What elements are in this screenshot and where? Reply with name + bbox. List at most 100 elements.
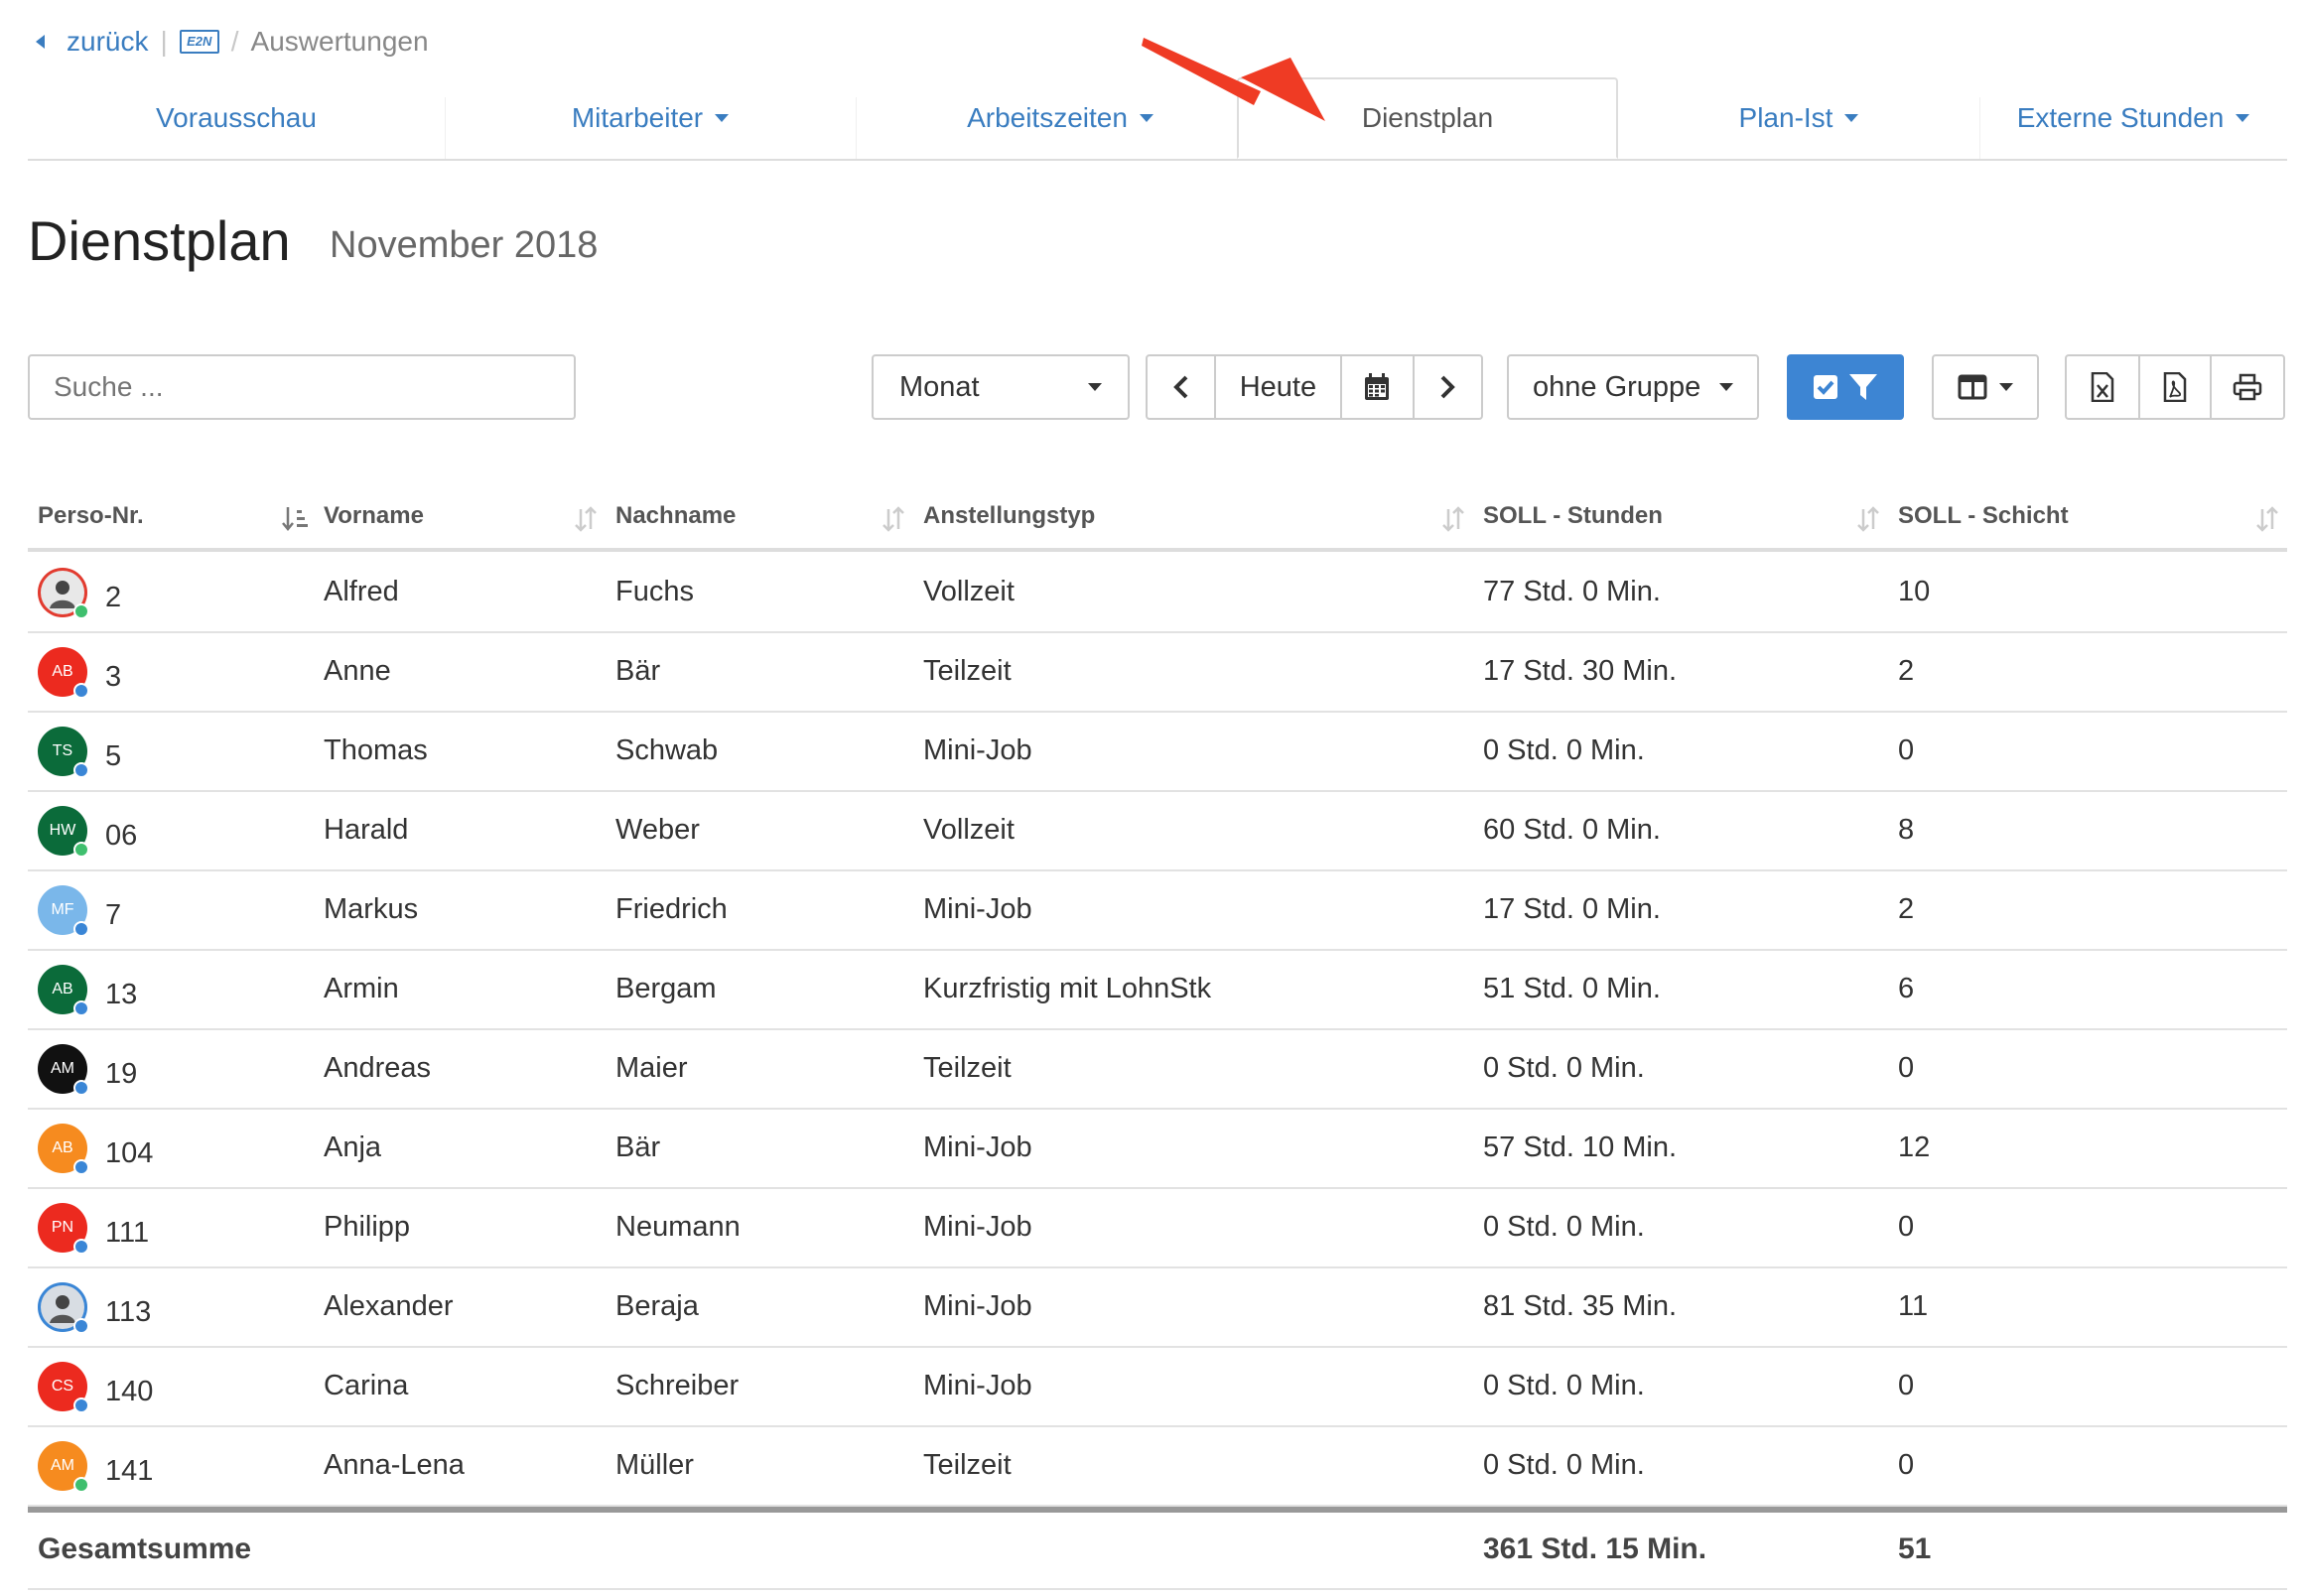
table-row[interactable]: TS 5 Thomas Schwab Mini-Job 0 Std. 0 Min. 0 (28, 711, 2287, 792)
table-row[interactable]: PN 111 Philipp Neumann Mini-Job 0 Std. 0 Min.… (28, 1187, 2287, 1268)
column-header-soll-stunden[interactable]: SOLL - Stunden (1483, 502, 1663, 530)
table-row[interactable]: AM 141 Anna-Lena Müller Teilzeit 0 Std. 0 Min… (28, 1425, 2287, 1507)
export-excel-button[interactable] (2067, 356, 2138, 418)
calendar-button[interactable] (1339, 356, 1413, 418)
cell-vorname: Thomas (324, 734, 428, 766)
cell-anstellungstyp: Mini-Job (923, 893, 1032, 925)
cell-soll-stunden: 57 Std. 10 Min. (1483, 1131, 1678, 1163)
cell-perso-nr: 113 (105, 1296, 152, 1328)
cell-soll-schicht: 2 (1898, 893, 1915, 925)
cell-vorname: Carina (324, 1370, 409, 1401)
group-select[interactable]: ohne Gruppe (1507, 354, 1759, 420)
avatar: AB (38, 1124, 89, 1175)
column-header-perso-nr[interactable]: Perso-Nr. (38, 502, 144, 530)
cell-vorname: Alexander (324, 1290, 454, 1322)
chevron-right-icon (1440, 375, 1456, 399)
back-link[interactable]: zurück (67, 26, 148, 58)
cell-perso-nr: 2 (105, 582, 122, 613)
search-input[interactable] (28, 354, 576, 420)
user-photo-icon (50, 581, 75, 608)
cell-soll-schicht: 6 (1898, 973, 1915, 1004)
file-pdf-icon (2163, 372, 2187, 402)
date-navigation: Heute (1146, 354, 1483, 420)
caret-left-icon[interactable] (36, 35, 45, 49)
table-row[interactable]: AM 19 Andreas Maier Teilzeit 0 Std. 0 Min. 0 (28, 1028, 2287, 1110)
cell-anstellungstyp: Mini-Job (923, 734, 1032, 766)
total-label: Gesamtsumme (38, 1532, 252, 1565)
cell-perso-nr: 7 (105, 899, 122, 931)
cell-soll-stunden: 0 Std. 0 Min. (1483, 734, 1645, 766)
breadcrumb-current: Auswertungen (250, 26, 429, 57)
status-dot-icon (73, 842, 89, 858)
table-row[interactable]: CS 140 Carina Schreiber Mini-Job 0 Std. 0 Min… (28, 1346, 2287, 1427)
sort-icon[interactable] (1856, 506, 1880, 532)
status-dot-icon (73, 1159, 89, 1175)
cell-soll-stunden: 0 Std. 0 Min. (1483, 1211, 1645, 1243)
status-dot-icon (73, 683, 89, 699)
sort-icon[interactable] (882, 506, 905, 532)
filter-button[interactable] (1787, 354, 1904, 420)
calendar-icon (1365, 373, 1390, 400)
column-header-anstellungstyp[interactable]: Anstellungstyp (923, 502, 1095, 530)
avatar: AB (38, 965, 89, 1016)
tab-mitarbeiter[interactable]: Mitarbeiter (445, 77, 856, 159)
cell-vorname: Anja (324, 1131, 382, 1163)
cell-soll-schicht: 2 (1898, 655, 1915, 687)
sort-icon[interactable] (2255, 506, 2279, 532)
cell-soll-stunden: 17 Std. 0 Min. (1483, 893, 1661, 925)
sort-icon[interactable] (574, 506, 598, 532)
next-button[interactable] (1412, 356, 1481, 418)
status-dot-icon (73, 1080, 89, 1096)
total-row: Gesamtsumme 361 Std. 15 Min. 51 (28, 1507, 2287, 1590)
status-dot-icon (73, 1000, 89, 1016)
sort-ascending-icon[interactable] (282, 506, 310, 532)
column-header-nachname[interactable]: Nachname (615, 502, 736, 530)
cell-soll-schicht: 0 (1898, 1052, 1915, 1084)
page-period: November 2018 (330, 224, 599, 266)
cell-soll-stunden: 0 Std. 0 Min. (1483, 1052, 1645, 1084)
tab-plan-ist[interactable]: Plan-Ist (1618, 77, 1979, 159)
chevron-left-icon (1172, 375, 1188, 399)
cell-soll-stunden: 0 Std. 0 Min. (1483, 1370, 1645, 1401)
range-select[interactable]: Monat (872, 354, 1130, 420)
cell-perso-nr: 13 (105, 979, 138, 1010)
printer-icon (2233, 373, 2262, 401)
cell-nachname: Fuchs (615, 576, 694, 607)
tab-vorausschau[interactable]: Vorausschau (28, 77, 445, 159)
table-row[interactable]: HW 06 Harald Weber Vollzeit 60 Std. 0 Min. 8 (28, 790, 2287, 871)
cell-perso-nr: 3 (105, 661, 122, 693)
table-row[interactable]: AB 104 Anja Bär Mini-Job 57 Std. 10 Min. 12 (28, 1108, 2287, 1189)
table-row[interactable]: AB 13 Armin Bergam Kurzfristig mit LohnStk 51… (28, 949, 2287, 1030)
column-header-vorname[interactable]: Vorname (324, 502, 424, 530)
cell-anstellungstyp: Kurzfristig mit LohnStk (923, 973, 1212, 1004)
cell-anstellungstyp: Mini-Job (923, 1370, 1032, 1401)
e2n-logo-icon[interactable]: E2N (179, 30, 219, 54)
cell-perso-nr: 06 (105, 820, 138, 852)
avatar: AB (38, 647, 89, 699)
today-button[interactable]: Heute (1214, 356, 1339, 418)
export-pdf-button[interactable] (2138, 356, 2210, 418)
cell-anstellungstyp: Vollzeit (923, 814, 1015, 846)
cell-soll-schicht: 8 (1898, 814, 1915, 846)
previous-button[interactable] (1148, 356, 1214, 418)
avatar: PN (38, 1203, 89, 1255)
print-button[interactable] (2210, 356, 2283, 418)
status-dot-icon (73, 1477, 89, 1493)
column-header-soll-schicht[interactable]: SOLL - Schicht (1898, 502, 2069, 530)
cell-perso-nr: 5 (105, 740, 122, 772)
table-header: Perso-Nr. Vorname Nachname Anstellungsty… (28, 494, 2287, 552)
table-row[interactable]: 113 Alexander Beraja Mini-Job 81 Std. 35 Min… (28, 1266, 2287, 1348)
cell-vorname: Markus (324, 893, 419, 925)
cell-anstellungstyp: Mini-Job (923, 1131, 1032, 1163)
table-row[interactable]: 2 Alfred Fuchs Vollzeit 77 Std. 0 Min. 10 (28, 552, 2287, 633)
cell-nachname: Bär (615, 655, 661, 687)
cell-perso-nr: 111 (105, 1217, 150, 1249)
cell-nachname: Schreiber (615, 1370, 740, 1401)
table-row[interactable]: MF 7 Markus Friedrich Mini-Job 17 Std. 0 Min.… (28, 869, 2287, 951)
table-row[interactable]: AB 3 Anne Bär Teilzeit 17 Std. 30 Min. 2 (28, 631, 2287, 713)
status-dot-icon (73, 1397, 89, 1413)
columns-button[interactable] (1932, 354, 2039, 420)
cell-soll-stunden: 77 Std. 0 Min. (1483, 576, 1661, 607)
tab-externe-stunden[interactable]: Externe Stunden (1979, 77, 2287, 159)
sort-icon[interactable] (1441, 506, 1465, 532)
